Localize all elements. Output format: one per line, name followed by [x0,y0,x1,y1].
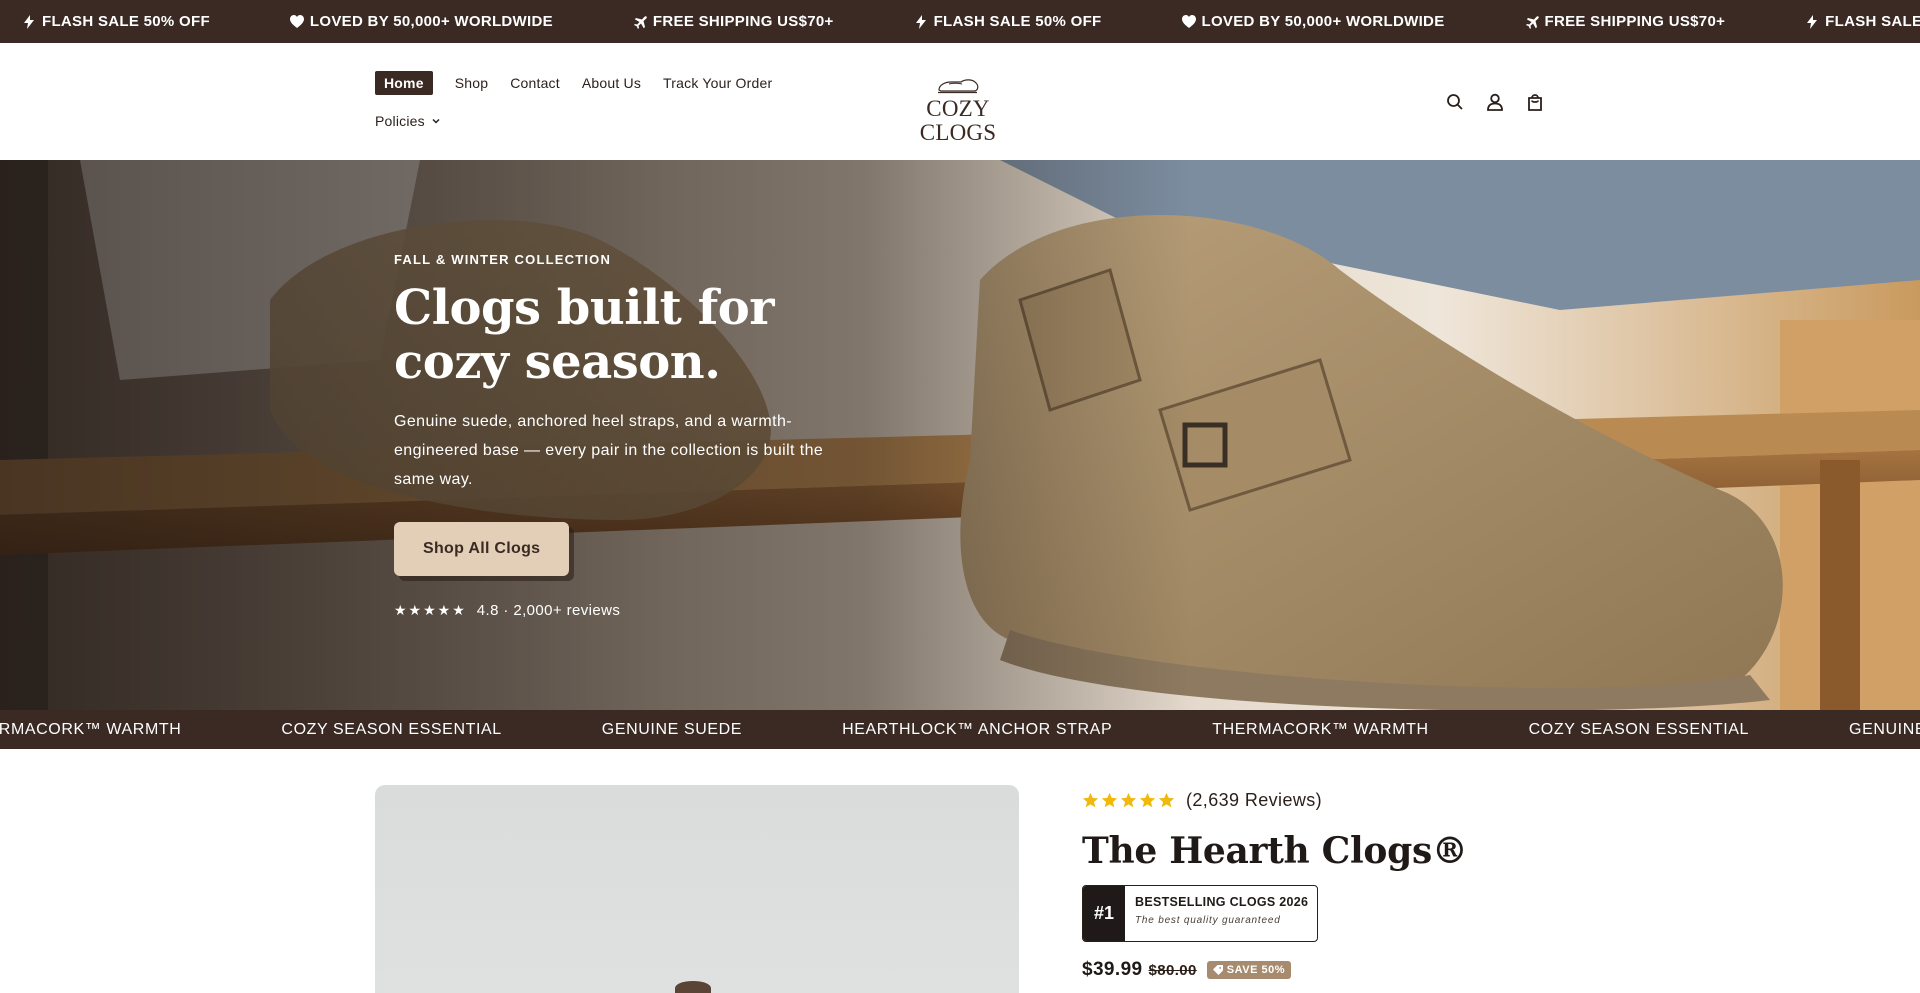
save-badge: SAVE 50% [1206,961,1292,979]
feature-strip-item: GENUINE SUEDE [601,720,743,738]
nav-about-us[interactable]: About Us [582,72,641,94]
shopping-bag-icon [1528,94,1542,111]
announcement-item: FLASH SALE 50% OFF [914,13,1102,30]
heart-icon [1181,14,1196,28]
announcement-text: LOVED BY 50,000+ WORLDWIDE [1201,13,1445,30]
product-title: The Hearth Clogs® [1082,830,1468,872]
hero-subtitle: Genuine suede, anchored heel straps, and… [394,413,824,488]
product-info: (2,639 Reviews) The Hearth Clogs® #1 BES… [1082,788,1502,981]
review-count: (2,639 Reviews) [1186,789,1323,810]
star-icon [1082,792,1099,807]
header-icons [1442,89,1562,115]
star-icon [1139,792,1156,807]
nav-policies-label: Policies [375,113,425,129]
feature-strip-item: THERMACORK™ WARMTH [0,720,182,738]
announcement-text: FLASH SALE 50% OFF [42,13,210,30]
star-icon [1120,792,1137,807]
nav-contact[interactable]: Contact [510,72,560,94]
badge-title: BESTSELLING CLOGS 2026 [1135,895,1309,909]
product-rating[interactable]: (2,639 Reviews) [1082,788,1502,812]
announcement-text: FLASH SALE 50% OFF [933,13,1102,30]
rating-stars-icon: ★★★★★ [394,602,467,618]
feature-strip-item: HEARTHLOCK™ ANCHOR STRAP [842,720,1113,738]
bolt-icon [915,14,926,29]
badge-rank: #1 [1083,886,1125,941]
feature-strip: THERMACORK™ WARMTH COZY SEASON ESSENTIAL G… [0,710,1920,749]
sale-price: $39.99 [1082,959,1143,980]
hero-banner: FALL & WINTER COLLECTION Clogs built for… [0,160,1920,710]
site-header: Home Shop Contact About Us Track Your Or… [0,43,1920,160]
heart-icon [289,14,304,28]
feature-strip-item: THERMACORK™ WARMTH [1212,720,1429,738]
announcement-text: FLASH SALE 50% OFF [1825,13,1920,30]
announcement-item: FLASH SALE 50% OFF [1805,13,1920,30]
announcement-track: FLASH SALE 50% OFF LOVED BY 50,000+ WORLD… [0,0,1920,43]
announcement-bar: FLASH SALE 50% OFF LOVED BY 50,000+ WORLD… [0,0,1920,43]
nav-track-order[interactable]: Track Your Order [663,72,772,94]
cart-button[interactable] [1522,89,1548,115]
chevron-down-icon [432,118,440,124]
clog-logo-icon [938,79,979,94]
hero-eyebrow: FALL & WINTER COLLECTION [394,252,612,267]
shop-all-clogs-button[interactable]: Shop All Clogs [394,522,570,576]
price-row: $39.99 $80.00 SAVE 50% [1082,959,1502,981]
bolt-icon [1807,14,1818,29]
badge-subtitle: The best quality guaranteed [1135,915,1281,926]
announcement-item: LOVED BY 50,000+ WORLDWIDE [1181,13,1445,30]
hero-rating-text: 4.8 · 2,000+ reviews [476,602,621,619]
compare-at-price: $80.00 [1148,961,1197,979]
account-button[interactable] [1482,89,1508,115]
brand-name: COZY CLOGS [919,96,997,145]
nav-home[interactable]: Home [375,71,433,95]
announcement-item: FREE SHIPPING US$70+ [1525,13,1726,30]
hero-rating: ★★★★★ 4.8 · 2,000+ reviews [394,602,874,619]
hero-title: Clogs built for cozy season. [394,280,775,390]
nav-shop[interactable]: Shop [455,72,489,94]
main-nav: Home Shop Contact About Us Track Your Or… [375,71,815,133]
feature-strip-item: GENUINE SUEDE [1849,720,1920,738]
announcement-item: LOVED BY 50,000+ WORLDWIDE [289,13,553,30]
plane-icon [633,15,647,29]
announcement-text: LOVED BY 50,000+ WORLDWIDE [309,13,553,30]
star-icon [1101,792,1118,807]
hero-copy: FALL & WINTER COLLECTION Clogs built for… [394,252,874,619]
announcement-text: FREE SHIPPING US$70+ [1544,13,1726,30]
search-icon [1447,94,1463,110]
user-icon [1487,93,1503,111]
badge-text: BESTSELLING CLOGS 2026 The best quality … [1125,886,1308,941]
product-image[interactable] [375,785,1019,993]
plane-icon [1525,15,1539,29]
bestseller-badge: #1 BESTSELLING CLOGS 2026 The best quali… [1082,885,1318,942]
brand-logo[interactable]: COZY CLOGS [888,76,1028,145]
hero-image [0,160,1920,710]
star-rating-icons [1082,792,1177,809]
star-icon [1158,792,1175,807]
save-label: SAVE 50% [1226,964,1286,976]
bolt-icon [24,14,34,29]
feature-strip-item: COZY SEASON ESSENTIAL [281,720,502,738]
feature-strip-item: COZY SEASON ESSENTIAL [1528,720,1750,738]
announcement-item: FLASH SALE 50% OFF [22,13,210,30]
feature-strip-track: THERMACORK™ WARMTH COZY SEASON ESSENTIAL G… [0,710,1920,749]
search-button[interactable] [1442,89,1468,115]
announcement-text: FREE SHIPPING US$70+ [652,13,834,30]
announcement-item: FREE SHIPPING US$70+ [633,13,834,30]
product-photo-clog [675,981,711,993]
nav-policies-dropdown[interactable]: Policies [375,110,441,132]
tag-icon [1212,965,1223,975]
